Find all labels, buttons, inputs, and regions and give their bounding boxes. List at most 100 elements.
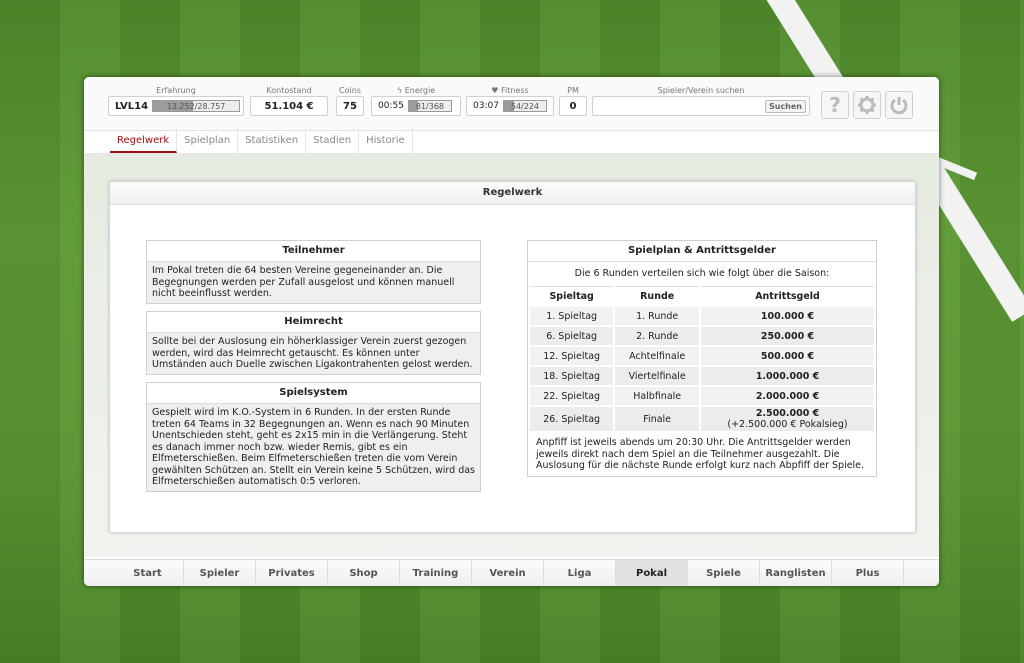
nav-ranglisten[interactable]: Ranglisten (760, 560, 832, 586)
home-right-title: Heimrecht (147, 312, 480, 333)
col-antrittsgeld: Antrittsgeld (701, 286, 874, 305)
heart-icon: ♥ (491, 86, 501, 95)
cell-round: 1. Runde (615, 307, 700, 325)
nav-pokal[interactable]: Pokal (616, 560, 688, 586)
energy-progress: 81/368 (415, 102, 445, 111)
energy-box[interactable]: 00:55 81/368 (371, 96, 461, 116)
pm-stat: PM 0 (559, 85, 587, 116)
energy-label-row: ϟ Energie (371, 85, 461, 96)
system-text: Gespielt wird im K.O.-System in 6 Runden… (147, 404, 480, 491)
col-runde: Runde (615, 286, 700, 305)
cup-win-bonus: (+2.500.000 € Pokalsieg) (727, 419, 848, 430)
experience-progress: 13.252/28.757 (166, 102, 226, 111)
energy-label: Energie (404, 86, 436, 95)
cell-fee: 2.000.000 € (701, 387, 874, 405)
final-fee: 2.500.000 € (755, 408, 820, 419)
coins-value[interactable]: 75 (336, 96, 364, 116)
balance-label: Kontostand (266, 86, 312, 95)
nav-start[interactable]: Start (112, 560, 184, 586)
fitness-bar: 54/224 (502, 100, 547, 112)
settings-button[interactable] (853, 91, 881, 119)
nav-verein[interactable]: Verein (472, 560, 544, 586)
cell-round: Viertelfinale (615, 367, 700, 385)
balance-stat: Kontostand 51.104 € (250, 85, 328, 116)
table-row: 12. Spieltag Achtelfinale 500.000 € (530, 347, 874, 365)
experience-stat: Erfahrung LVL14 13.252/28.757 (108, 85, 244, 116)
tab-stadien[interactable]: Stadien (306, 129, 360, 153)
power-icon (890, 97, 908, 115)
tab-regelwerk[interactable]: Regelwerk (110, 129, 178, 153)
table-row: 6. Spieltag 2. Runde 250.000 € (530, 327, 874, 345)
game-window: Erfahrung LVL14 13.252/28.757 Kontostand… (84, 77, 939, 586)
nav-plus[interactable]: Plus (832, 560, 904, 586)
fitness-label: Fitness (501, 86, 529, 95)
schedule-title: Spielplan & Antrittsgelder (528, 241, 876, 262)
cell-fee: 500.000 € (701, 347, 874, 365)
system-box: Spielsystem Gespielt wird im K.O.-System… (146, 382, 481, 492)
schedule-footer: Anpfiff ist jeweils abends um 20:30 Uhr.… (536, 437, 865, 471)
cell-round: Achtelfinale (615, 347, 700, 365)
participants-box: Teilnehmer Im Pokal treten die 64 besten… (146, 240, 481, 304)
search-button[interactable]: Suchen (764, 99, 806, 113)
search-input[interactable]: Suchen (592, 96, 810, 116)
gear-icon (858, 96, 876, 114)
tab-statistiken[interactable]: Statistiken (238, 129, 307, 153)
nav-spiele[interactable]: Spiele (688, 560, 760, 586)
coins-stat: Coins 75 (336, 85, 364, 116)
energy-bar: 81/368 (407, 100, 452, 112)
cell-round: Finale (615, 407, 700, 431)
status-bar: Erfahrung LVL14 13.252/28.757 Kontostand… (84, 77, 939, 131)
system-title: Spielsystem (147, 383, 480, 404)
cell-day: 6. Spieltag (530, 327, 614, 345)
cell-day: 1. Spieltag (530, 307, 614, 325)
fitness-label-row: ♥ Fitness (466, 85, 554, 96)
search-stat: Spieler/Verein suchen Suchen (592, 85, 810, 116)
cell-day: 26. Spieltag (530, 407, 614, 431)
table-row: 26. Spieltag Finale 2.500.000 € (+2.500.… (530, 407, 874, 431)
nav-spieler[interactable]: Spieler (184, 560, 256, 586)
lightning-icon: ϟ (396, 86, 405, 95)
cell-fee-final: 2.500.000 € (+2.500.000 € Pokalsieg) (701, 407, 874, 431)
col-spieltag: Spieltag (530, 286, 614, 305)
schedule-table: Spieltag Runde Antrittsgeld 1. Spieltag … (528, 284, 876, 433)
experience-box[interactable]: LVL14 13.252/28.757 (108, 96, 244, 116)
cell-round: 2. Runde (615, 327, 700, 345)
schedule-intro: Die 6 Runden verteilen sich wie folgt üb… (574, 268, 830, 279)
cell-fee: 100.000 € (701, 307, 874, 325)
nav-liga[interactable]: Liga (544, 560, 616, 586)
nav-shop[interactable]: Shop (328, 560, 400, 586)
help-button[interactable]: ? (821, 91, 849, 119)
cell-day: 12. Spieltag (530, 347, 614, 365)
level-text: LVL14 (115, 100, 149, 112)
rules-panel: Regelwerk Teilnehmer Im Pokal treten die… (109, 181, 916, 533)
participants-title: Teilnehmer (147, 241, 480, 262)
participants-text: Im Pokal treten die 64 besten Vereine ge… (147, 262, 480, 303)
nav-training[interactable]: Training (400, 560, 472, 586)
experience-label: Erfahrung (156, 86, 196, 95)
table-row: 18. Spieltag Viertelfinale 1.000.000 € (530, 367, 874, 385)
cell-day: 22. Spieltag (530, 387, 614, 405)
balance-value[interactable]: 51.104 € (250, 96, 328, 116)
pm-value[interactable]: 0 (559, 96, 587, 116)
tab-historie[interactable]: Historie (359, 129, 413, 153)
coins-label: Coins (339, 86, 361, 95)
cell-fee: 1.000.000 € (701, 367, 874, 385)
home-right-text: Sollte bei der Auslosung ein höherklassi… (147, 333, 480, 374)
sub-tabs: Regelwerk Spielplan Statistiken Stadien … (110, 129, 413, 153)
energy-stat: ϟ Energie 00:55 81/368 (371, 85, 461, 116)
cell-fee: 250.000 € (701, 327, 874, 345)
help-icon: ? (829, 93, 841, 117)
fitness-stat: ♥ Fitness 03:07 54/224 (466, 85, 554, 116)
tab-spielplan[interactable]: Spielplan (177, 129, 239, 153)
fitness-box[interactable]: 03:07 54/224 (466, 96, 554, 116)
table-row: 1. Spieltag 1. Runde 100.000 € (530, 307, 874, 325)
main-nav: Start Spieler Privates Shop Training Ver… (84, 559, 939, 586)
search-label: Spieler/Verein suchen (657, 86, 745, 95)
energy-timer: 00:55 (378, 101, 404, 111)
logout-button[interactable] (885, 91, 913, 119)
pm-label: PM (567, 86, 579, 95)
cell-round: Halbfinale (615, 387, 700, 405)
schedule-box: Spielplan & Antrittsgelder Die 6 Runden … (527, 240, 877, 477)
panel-title: Regelwerk (110, 182, 915, 205)
nav-privates[interactable]: Privates (256, 560, 328, 586)
